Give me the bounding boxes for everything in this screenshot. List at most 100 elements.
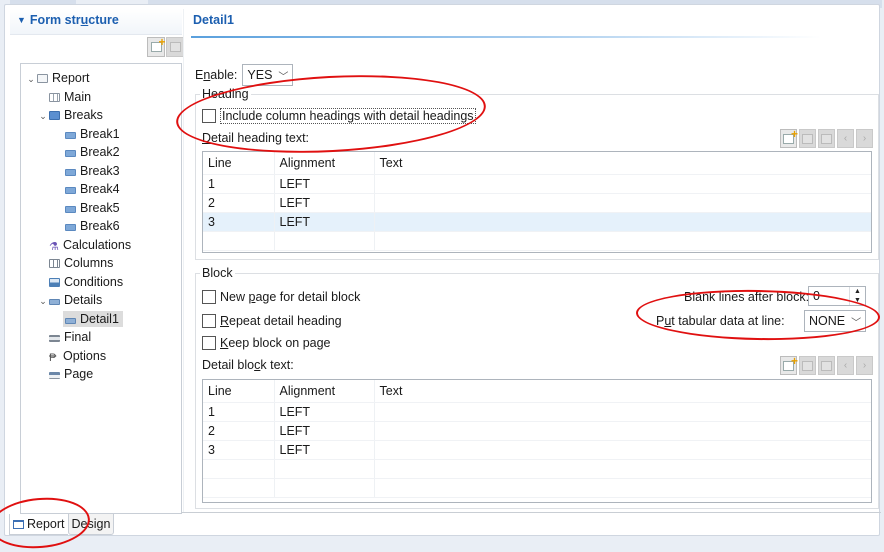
add-icon	[783, 354, 798, 371]
tree-node-options[interactable]: ₱ Options	[21, 347, 181, 366]
column-header-text[interactable]: Text	[374, 152, 871, 175]
block-group: Block New page for detail block Repeat d…	[195, 266, 879, 509]
heading-text-table: Line Alignment Text 1 LEFT 2 LEFT 3 LEFT	[202, 151, 872, 253]
edit-row-button[interactable]	[799, 129, 816, 148]
tree-node-conditions[interactable]: Conditions	[21, 273, 181, 292]
main-icon	[49, 92, 60, 102]
enable-row: Enable: YES ﹀	[195, 64, 294, 86]
table-row-empty[interactable]	[203, 478, 871, 498]
breaks-icon	[49, 111, 60, 120]
add-row-button[interactable]	[780, 127, 798, 148]
blank-lines-spinner[interactable]: 0 ▲ ▼	[808, 286, 866, 306]
table-row-empty[interactable]	[203, 231, 871, 251]
tree-node-calculations[interactable]: ⚗ Calculations	[21, 236, 181, 255]
heading-group-title: Heading	[200, 87, 251, 101]
conditions-icon	[49, 277, 60, 287]
checkbox-box[interactable]	[202, 290, 216, 304]
add-icon	[150, 35, 166, 52]
tab-design[interactable]: Design	[67, 514, 115, 535]
table-row[interactable]: 1 LEFT	[203, 402, 871, 422]
block-group-title: Block	[200, 266, 235, 280]
detail-block-text-label: Detail block text:	[202, 358, 294, 372]
tree-node-main[interactable]: Main	[21, 88, 181, 107]
pane-sash[interactable]	[183, 9, 184, 512]
tabular-data-select[interactable]: NONE ﹀	[804, 310, 867, 332]
expand-chevron-icon[interactable]: ⌄	[37, 107, 49, 126]
table-header-row: Line Alignment Text	[203, 380, 871, 403]
column-header-text[interactable]: Text	[374, 380, 871, 403]
detail-icon	[65, 317, 76, 324]
add-row-button[interactable]	[780, 354, 798, 375]
column-header-alignment[interactable]: Alignment	[274, 380, 375, 403]
delete-row-button[interactable]	[818, 356, 835, 375]
delete-row-button[interactable]	[818, 129, 835, 148]
form-structure-header[interactable]: ▼ Form structure	[10, 9, 182, 35]
tree-node-breaks[interactable]: ⌄ Breaks	[21, 106, 181, 125]
move-down-icon: ›	[862, 360, 867, 371]
checkbox-box[interactable]	[202, 336, 216, 350]
tree-node-break3[interactable]: Break3	[21, 162, 181, 181]
add-node-button[interactable]	[147, 35, 166, 57]
move-down-button[interactable]: ›	[856, 356, 873, 375]
table-row[interactable]: 2 LEFT	[203, 421, 871, 441]
spin-up-icon[interactable]: ▲	[850, 287, 865, 296]
tree-node-break2[interactable]: Break2	[21, 143, 181, 162]
include-column-headings-checkbox[interactable]: Include column headings with detail head…	[202, 107, 476, 125]
new-page-checkbox[interactable]: New page for detail block	[202, 288, 360, 306]
repeat-heading-checkbox[interactable]: Repeat detail heading	[202, 312, 342, 330]
tree-node-break4[interactable]: Break4	[21, 180, 181, 199]
table-row[interactable]: 3 LEFT	[203, 440, 871, 460]
tree-node-break5[interactable]: Break5	[21, 199, 181, 218]
move-down-button[interactable]: ›	[856, 129, 873, 148]
tree-node-report[interactable]: ⌄ Report	[21, 69, 181, 88]
detail-editor-pane: Detail1 Enable: YES ﹀ Heading Include col…	[191, 9, 881, 514]
tree-node-detail1[interactable]: Detail1	[21, 310, 181, 329]
checkbox-box[interactable]	[202, 314, 216, 328]
tree-node-break1[interactable]: Break1	[21, 125, 181, 144]
details-icon	[49, 299, 60, 305]
blank-lines-input[interactable]: 0	[809, 287, 849, 305]
delete-icon	[821, 133, 832, 144]
spin-down-icon[interactable]: ▼	[850, 296, 865, 305]
tab-report[interactable]: Report	[9, 514, 68, 535]
column-header-alignment[interactable]: Alignment	[274, 152, 375, 175]
tree-node-break6[interactable]: Break6	[21, 217, 181, 236]
break-icon	[65, 205, 76, 213]
report-icon	[37, 74, 48, 83]
edit-icon	[802, 133, 813, 144]
title-underline	[191, 36, 821, 38]
table-row[interactable]: 1 LEFT	[203, 174, 871, 194]
table-row[interactable]: 2 LEFT	[203, 193, 871, 213]
column-header-line[interactable]: Line	[203, 152, 275, 175]
keep-block-checkbox[interactable]: Keep block on page	[202, 334, 331, 352]
column-header-line[interactable]: Line	[203, 380, 275, 403]
final-icon	[49, 335, 60, 342]
tree-node-final[interactable]: Final	[21, 328, 181, 347]
bottom-separator	[181, 512, 881, 513]
move-up-button[interactable]: ‹	[837, 129, 854, 148]
add-icon	[783, 127, 798, 144]
table-header-row: Line Alignment Text	[203, 152, 871, 175]
chevron-down-icon: ﹀	[278, 71, 289, 83]
delete-node-button[interactable]	[166, 37, 184, 57]
edit-row-button[interactable]	[799, 356, 816, 375]
tree-node-page[interactable]: Page	[21, 365, 181, 384]
tree-node-details[interactable]: ⌄ Details	[21, 291, 181, 310]
collapse-triangle-icon[interactable]: ▼	[17, 15, 26, 25]
break-icon	[65, 131, 76, 139]
move-up-button[interactable]: ‹	[837, 356, 854, 375]
columns-icon	[49, 259, 60, 268]
move-up-icon: ‹	[843, 360, 848, 371]
table-row-empty[interactable]	[203, 459, 871, 479]
table-row-selected[interactable]: 3 LEFT	[203, 212, 871, 232]
tree-node-columns[interactable]: Columns	[21, 254, 181, 273]
page-icon	[49, 372, 60, 379]
expand-chevron-icon[interactable]: ⌄	[37, 292, 49, 311]
tabular-data-label: Put tabular data at line:	[656, 314, 785, 328]
checkbox-box[interactable]	[202, 109, 216, 123]
enable-select[interactable]: YES ﹀	[242, 64, 294, 86]
options-icon: ₱	[49, 351, 57, 364]
expand-chevron-icon[interactable]: ⌄	[25, 70, 37, 89]
blank-lines-label: Blank lines after block:	[684, 290, 810, 304]
window-icon	[13, 519, 24, 529]
